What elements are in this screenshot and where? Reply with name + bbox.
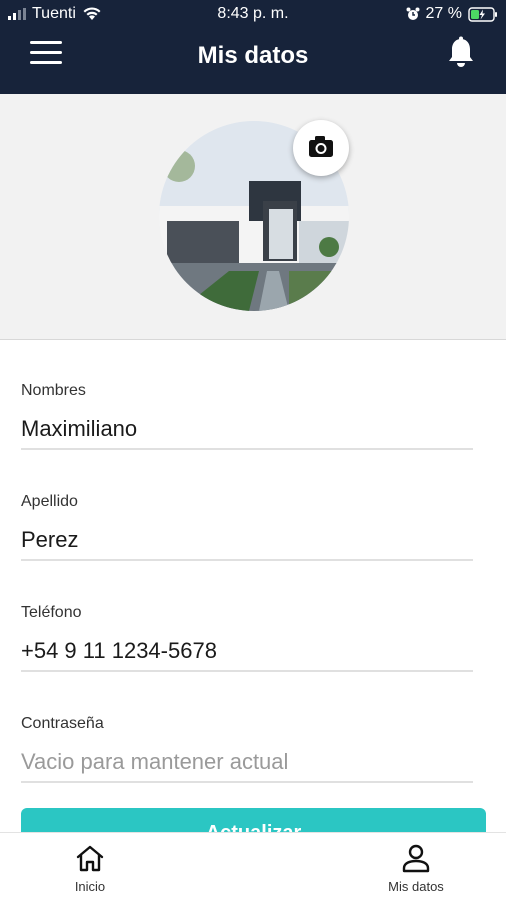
battery-icon [468, 6, 497, 22]
first-name-label: Nombres [21, 382, 86, 399]
password-input[interactable]: Vacio para mantener actual [21, 749, 473, 779]
page-title: Mis datos [197, 42, 309, 69]
bell-icon[interactable] [446, 36, 476, 70]
field-underline [21, 448, 473, 450]
bottom-tab-bar: Inicio Mis datos [0, 832, 506, 901]
app-header: Tuenti 8:43 p. m. 27 % Mis datos [0, 0, 506, 94]
first-name-field[interactable]: Nombres Maximiliano [21, 382, 473, 450]
last-name-label: Apellido [21, 493, 78, 510]
field-underline [21, 781, 473, 783]
phone-field[interactable]: Teléfono +54 9 11 1234-5678 [21, 604, 473, 672]
password-field[interactable]: Contraseña Vacio para mantener actual [21, 715, 473, 783]
home-icon [76, 845, 104, 872]
password-label: Contraseña [21, 715, 104, 732]
status-right: 27 % [406, 5, 498, 23]
camera-icon [309, 136, 333, 157]
battery-percent: 27 % [425, 5, 462, 22]
last-name-field[interactable]: Apellido Perez [21, 493, 473, 561]
tab-inicio-label: Inicio [74, 879, 106, 894]
user-icon [402, 844, 430, 873]
change-photo-button[interactable] [293, 120, 349, 176]
first-name-input[interactable]: Maximiliano [21, 416, 473, 446]
tab-mis-datos[interactable]: Mis datos [356, 833, 476, 901]
phone-input[interactable]: +54 9 11 1234-5678 [21, 638, 473, 668]
tab-mis-datos-label: Mis datos [388, 879, 444, 894]
status-bar: Tuenti 8:43 p. m. 27 % [0, 0, 506, 30]
tab-inicio[interactable]: Inicio [30, 833, 150, 901]
field-underline [21, 670, 473, 672]
phone-label: Teléfono [21, 604, 82, 621]
profile-header [0, 94, 506, 340]
alarm-icon [406, 7, 420, 20]
last-name-input[interactable]: Perez [21, 527, 473, 557]
field-underline [21, 559, 473, 561]
nav-bar: Mis datos [0, 30, 506, 94]
